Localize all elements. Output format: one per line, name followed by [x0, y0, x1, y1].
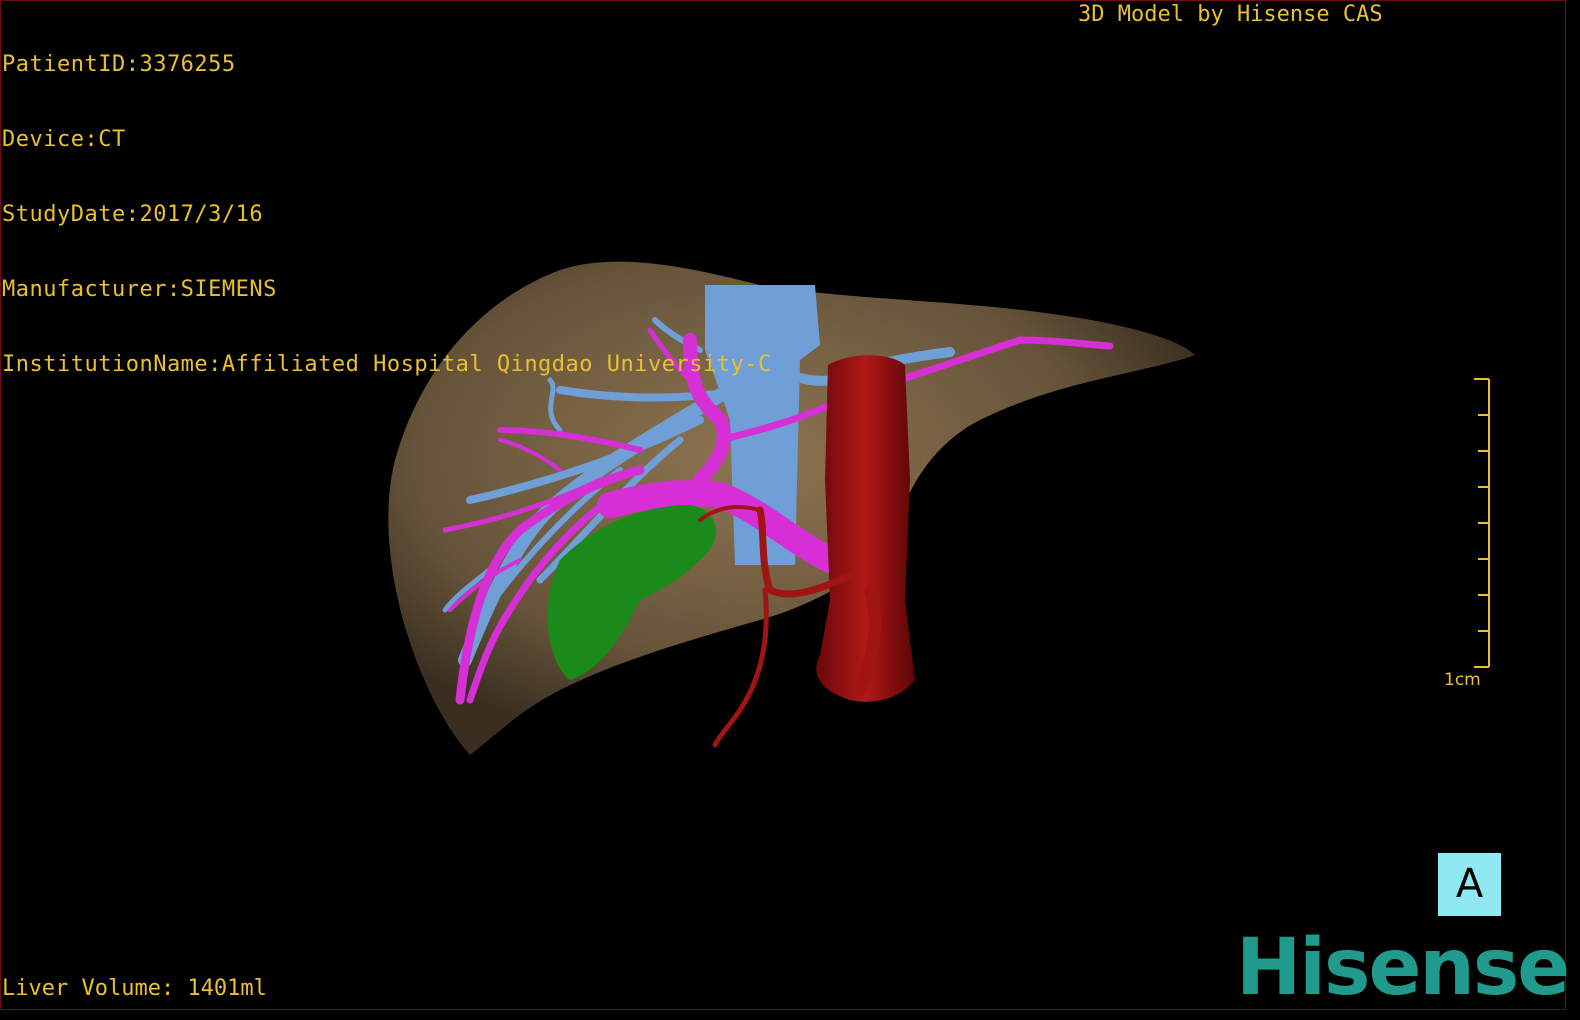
- study-info: PatientID:3376255 Device:CT StudyDate:20…: [2, 2, 772, 402]
- scale-bar-label: 1cm: [1444, 670, 1481, 690]
- institution-name: InstitutionName:Affiliated Hospital Qing…: [2, 352, 772, 377]
- device: Device:CT: [2, 127, 126, 152]
- liver-volume: Liver Volume: 1401ml: [2, 976, 267, 1001]
- manufacturer: Manufacturer:SIEMENS: [2, 277, 277, 302]
- patient-id: PatientID:3376255: [2, 52, 236, 77]
- hisense-logo: Hisense: [1236, 923, 1570, 1013]
- study-date: StudyDate:2017/3/16: [2, 202, 264, 227]
- model-credit: 3D Model by Hisense CAS: [1078, 2, 1383, 27]
- inferior-vena-cava: [816, 355, 915, 702]
- scale-bar: [1474, 378, 1490, 668]
- orientation-marker-button[interactable]: A: [1438, 853, 1501, 916]
